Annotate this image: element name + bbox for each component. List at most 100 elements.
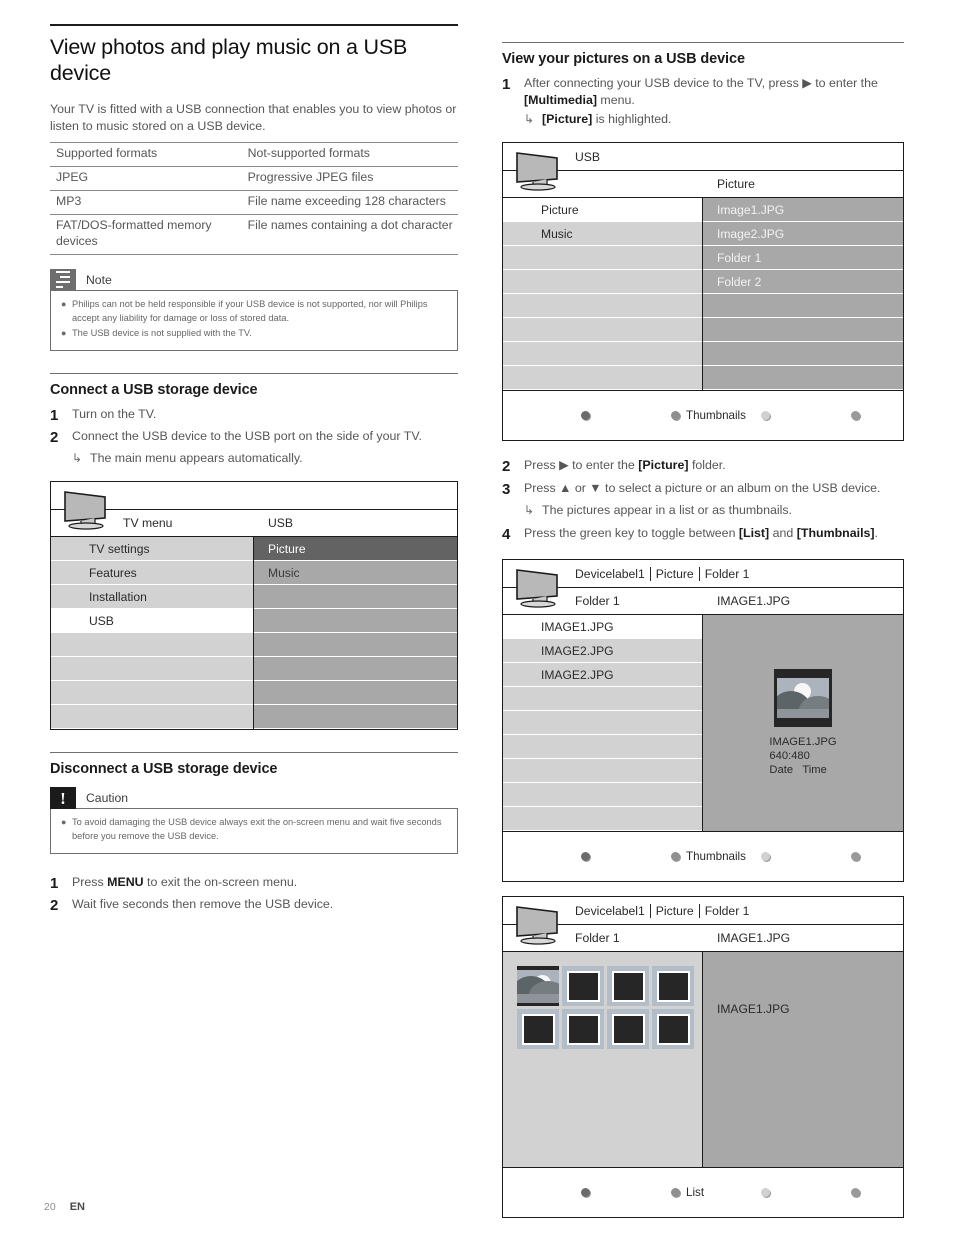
thumbnail-placeholder <box>611 970 645 1002</box>
breadcrumb-device[interactable]: Devicelabel1 <box>575 566 651 581</box>
list-item: ● The USB device is not supplied with th… <box>61 327 447 341</box>
menu-item-picture[interactable]: Picture <box>254 537 457 562</box>
step-substep: ↳ The main menu appears automatically. <box>72 450 458 467</box>
menu-item-empty <box>503 294 702 319</box>
step-text-post: folder. <box>688 458 726 473</box>
step-text-post: to select a picture or an album on the U… <box>601 480 881 495</box>
blue-key-button[interactable] <box>851 1188 866 1198</box>
green-key-dot-icon <box>671 1188 680 1198</box>
file-item-empty <box>703 318 903 343</box>
menu-item-music[interactable]: Music <box>254 561 457 586</box>
thumbnail-item[interactable] <box>652 966 694 1007</box>
thumbnail-item[interactable] <box>607 1009 649 1050</box>
thumbnail-item[interactable] <box>562 1009 604 1050</box>
left-menu-pane: Picture Music <box>503 198 703 391</box>
file-column-title: IMAGE1.JPG <box>717 594 791 609</box>
menu-item-usb[interactable]: USB <box>51 609 253 634</box>
breadcrumb-picture[interactable]: Picture <box>651 566 700 581</box>
color-key-bar: List <box>503 1167 903 1217</box>
green-key-button[interactable]: List <box>671 1186 704 1199</box>
color-key-bar: Thumbnails <box>503 390 903 440</box>
green-key-label: Thumbnails <box>686 409 746 423</box>
breadcrumb-folder[interactable]: Folder 1 <box>700 904 755 918</box>
thumbnail-item[interactable] <box>607 966 649 1007</box>
connect-heading: Connect a USB storage device <box>50 381 258 398</box>
green-key-button[interactable]: Thumbnails <box>671 850 746 863</box>
substep-text: [Picture] is highlighted. <box>542 111 671 128</box>
page-number: 20 <box>44 1201 56 1213</box>
menu-item-music[interactable]: Music <box>503 222 702 247</box>
image-preview-pane: IMAGE1.JPG 640:480 Date Time <box>703 615 903 832</box>
supported-formats-table: Supported formats Not-supported formats … <box>50 141 458 255</box>
preview-filename: IMAGE1.JPG <box>769 735 837 748</box>
breadcrumb: Devicelabel1 Picture Folder 1 <box>575 903 755 918</box>
thumbnail-placeholder <box>656 970 690 1002</box>
step-text-pre: After connecting your USB device to the … <box>524 76 803 90</box>
breadcrumb-picture[interactable]: Picture <box>651 903 700 918</box>
file-item-image1[interactable]: IMAGE1.JPG <box>503 615 702 640</box>
breadcrumb-device[interactable]: Devicelabel1 <box>575 903 651 918</box>
table-row: JPEG Progressive JPEG files <box>50 166 458 191</box>
file-item-image3[interactable]: IMAGE2.JPG <box>503 663 702 688</box>
menu-item-installation[interactable]: Installation <box>51 585 253 610</box>
blue-key-button[interactable] <box>851 411 866 421</box>
menu-item-label: Installation <box>89 589 147 604</box>
menu-item-tv-settings[interactable]: TV settings <box>51 537 253 562</box>
blue-key-dot-icon <box>851 1188 860 1198</box>
file-item-image2[interactable]: Image2.JPG <box>703 222 903 247</box>
screen-panes: IMAGE1.JPG IMAGE2.JPG IMAGE2.JPG IMAGE1.… <box>503 615 903 832</box>
step-text: Press the green key to toggle between [L… <box>524 525 878 542</box>
yellow-key-button[interactable] <box>761 1188 776 1198</box>
yellow-key-button[interactable] <box>761 852 776 862</box>
left-menu-pane: TV settings Features Installation USB <box>51 537 254 730</box>
breadcrumb-folder[interactable]: Folder 1 <box>700 567 755 581</box>
usb-picture-screenshot: USB Picture Picture Music Image1.JPG Ima… <box>502 142 904 442</box>
step-text-mid: to enter the <box>568 458 639 473</box>
thumbnail-item[interactable] <box>652 1009 694 1050</box>
folder-column-title: Folder 1 <box>575 931 620 946</box>
intro-paragraph: Your TV is fitted with a USB connection … <box>50 101 457 134</box>
thumbnail-placeholder <box>566 1013 600 1045</box>
step-text-post: menu. <box>596 93 635 108</box>
file-item-empty <box>503 783 702 808</box>
view-pictures-steps: 1 After connecting your USB device to th… <box>502 75 904 128</box>
menu-item-empty <box>254 657 457 682</box>
header-supported: Supported formats <box>50 141 234 167</box>
red-key-button[interactable] <box>581 852 596 862</box>
file-item-folder2[interactable]: Folder 2 <box>703 270 903 295</box>
multimedia-menu-label: [Multimedia] <box>524 93 597 108</box>
disconnect-heading: Disconnect a USB storage device <box>50 761 278 778</box>
thumbnail-placeholder <box>521 1013 555 1045</box>
thumbnail-item-selected[interactable] <box>517 966 559 1007</box>
red-key-button[interactable] <box>581 411 596 421</box>
menu-item-label: USB <box>89 613 114 628</box>
step-number: 1 <box>50 875 59 893</box>
caution-header: ! Caution <box>50 787 458 810</box>
thumbnail-item[interactable] <box>517 1009 559 1050</box>
menu-item-empty <box>503 318 702 343</box>
red-key-button[interactable] <box>581 1188 596 1198</box>
yellow-key-button[interactable] <box>761 411 776 421</box>
step-number: 3 <box>502 480 511 498</box>
thumbnail-placeholder <box>656 1013 690 1045</box>
preview-thumbnail <box>774 668 832 727</box>
menu-item-picture[interactable]: Picture <box>503 198 702 223</box>
table-row: MP3 File name exceeding 128 characters <box>50 190 458 215</box>
preview-date-label: Date <box>769 764 794 777</box>
preview-resolution: 640:480 <box>769 750 810 763</box>
file-item-image2[interactable]: IMAGE2.JPG <box>503 639 702 664</box>
file-item-image1[interactable]: Image1.JPG <box>703 198 903 223</box>
preview-time-label: Time <box>802 764 827 777</box>
arrow-hook-icon: ↳ <box>524 112 535 127</box>
thumbnail-item[interactable] <box>562 966 604 1007</box>
list-item: 2 Connect the USB device to the USB port… <box>50 428 458 448</box>
list-item: 1 Press MENU to exit the on-screen menu. <box>50 874 458 894</box>
blue-key-button[interactable] <box>851 852 866 862</box>
note-box: ● Philips can not be held responsible if… <box>50 289 458 351</box>
file-item-folder1[interactable]: Folder 1 <box>703 246 903 271</box>
menu-item-features[interactable]: Features <box>51 561 253 586</box>
step-text-mid: to enter the <box>811 76 878 90</box>
note-callout: Note ● Philips can not be held responsib… <box>50 268 458 351</box>
list-item: 3 Press ▲ or ▼ to select a picture or an… <box>502 480 904 500</box>
green-key-button[interactable]: Thumbnails <box>671 409 746 422</box>
